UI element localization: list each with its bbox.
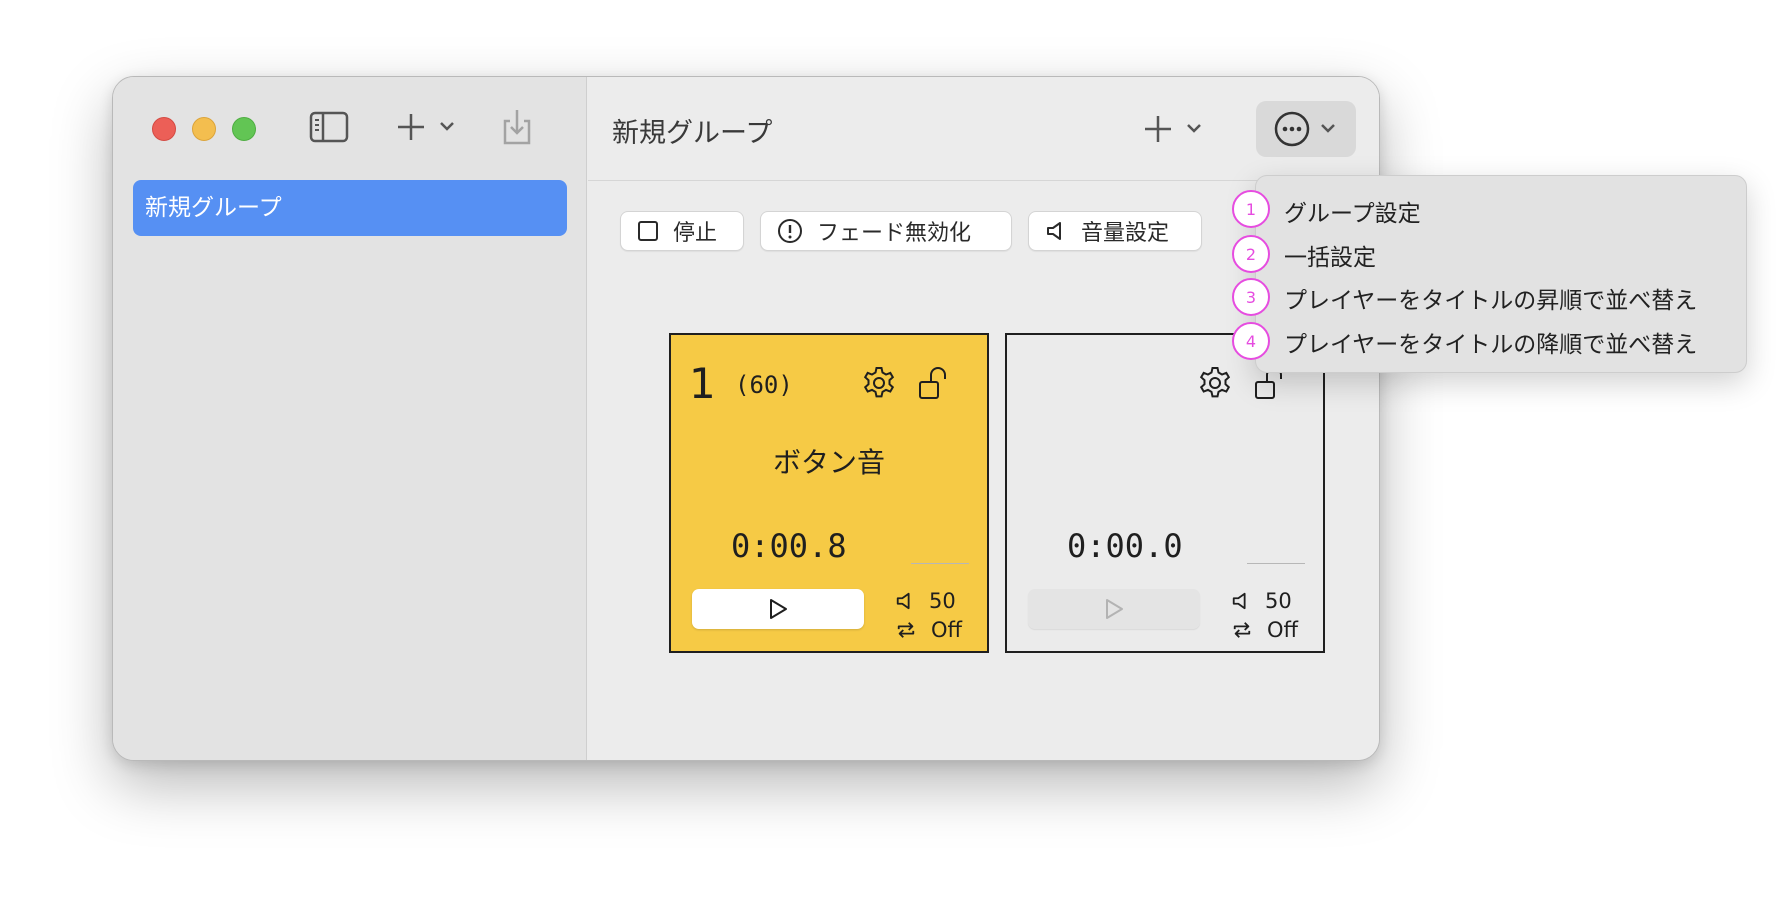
player-time: 0:00.8 [731,527,847,565]
import-icon[interactable] [501,107,533,147]
annotation-badge: 1 [1232,190,1270,228]
loop-value: Off [1267,618,1298,642]
play-button[interactable] [1028,589,1200,629]
square-icon [638,221,658,241]
menu-item-sort-descending[interactable]: プレイヤーをタイトルの降順で並べ替え [1284,325,1697,359]
main-toolbar: 新規グループ [588,77,1379,181]
fade-disable-button[interactable]: フェード無効化 [760,211,1012,251]
speaker-icon [1232,592,1246,610]
sidebar-item-label: 新規グループ [145,195,282,221]
menu-item-label: プレイヤーをタイトルの昇順で並べ替え [1284,288,1698,314]
play-button[interactable] [692,589,864,629]
loop-value: Off [931,618,962,642]
menu-item-label: プレイヤーをタイトルの降順で並べ替え [1284,332,1698,358]
page-title: 新規グループ [612,118,773,149]
more-options-menu: グループ設定 一括設定 プレイヤーをタイトルの昇順で並べ替え プレイヤーをタイト… [1255,175,1747,373]
annotation-badge: 3 [1232,278,1270,316]
annotation-badge: 4 [1232,322,1270,360]
menu-item-bulk-settings[interactable]: 一括設定 [1284,238,1376,272]
repeat-icon [897,622,915,638]
stop-button[interactable]: 停止 [620,211,744,251]
annotation-badge: 2 [1232,235,1270,273]
close-window-button[interactable] [152,117,176,141]
menu-item-group-settings[interactable]: グループ設定 [1284,194,1421,228]
menu-item-sort-ascending[interactable]: プレイヤーをタイトルの昇順で並べ替え [1284,281,1697,315]
level-meter [1247,563,1305,564]
volume-value: 50 [1265,589,1292,613]
unlock-icon[interactable] [917,365,953,401]
stop-button-label: 停止 [673,221,718,246]
player-title: ボタン音 [772,446,885,479]
loop-row: Off [895,618,962,642]
gear-icon[interactable] [861,365,897,401]
play-icon [1106,599,1123,619]
loop-row: Off [1231,618,1298,642]
speaker-icon [1047,222,1061,240]
play-icon [770,599,787,619]
sidebar-toggle-icon[interactable] [309,109,349,145]
player-count: (60) [735,371,793,399]
app-window: 新規グループ 新規グループ 停止 フェード無効化 音量設定 1 (60) ボタン… [112,76,1380,761]
player-number: 1 [689,359,716,408]
add-player-button[interactable] [1142,111,1208,147]
player-card[interactable]: 1 (60) ボタン音 0:00.8 50 Off [669,333,989,653]
menu-item-label: グループ設定 [1284,201,1421,227]
player-time: 0:00.0 [1067,527,1183,565]
volume-settings-label: 音量設定 [1081,221,1170,246]
fade-disable-label: フェード無効化 [817,221,972,246]
menu-item-label: 一括設定 [1284,245,1376,271]
volume-row: 50 [1231,589,1292,613]
exclamation-circle-icon [778,219,802,243]
volume-settings-button[interactable]: 音量設定 [1028,211,1202,251]
add-group-button[interactable] [395,109,461,145]
sidebar: 新規グループ [113,77,587,760]
sidebar-item-new-group[interactable]: 新規グループ [133,180,567,236]
repeat-icon [1233,622,1251,638]
player-card[interactable]: 0:00.0 50 Off [1005,333,1325,653]
minimize-window-button[interactable] [192,117,216,141]
more-options-button[interactable] [1256,101,1356,157]
speaker-icon [896,592,910,610]
volume-row: 50 [895,589,956,613]
volume-value: 50 [929,589,956,613]
gear-icon[interactable] [1197,365,1233,401]
level-meter [911,563,969,564]
zoom-window-button[interactable] [232,117,256,141]
